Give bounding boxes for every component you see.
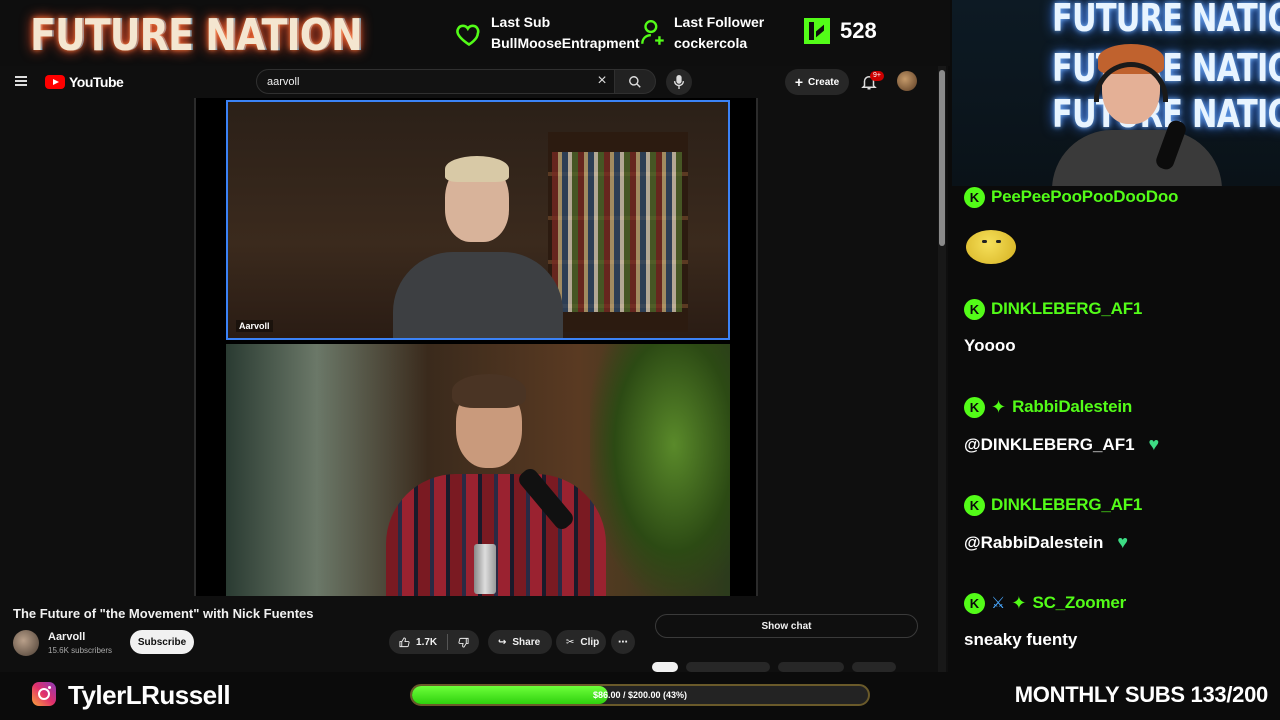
chat-mention: @DINKLEBERG_AF1 (964, 434, 1135, 454)
feed-name-label: Aarvoll (236, 320, 273, 332)
chat-text: Yoooo (964, 336, 1016, 355)
kick-badge-icon: K (964, 494, 985, 516)
kick-badge-icon: K (964, 186, 985, 208)
chat-username[interactable]: DINKLEBERG_AF1 (991, 495, 1142, 515)
kick-badge-icon: K (964, 396, 985, 418)
chat-message: K ⚔ ✦ SC_Zoomer sneaky fuenty (964, 592, 1126, 650)
host-figure (393, 156, 563, 338)
thumbs-up-icon[interactable] (399, 636, 410, 649)
like-count[interactable]: 1.7K (416, 637, 437, 648)
gem-badge-icon: ✦ (1011, 592, 1027, 613)
chat-username[interactable]: DINKLEBERG_AF1 (991, 299, 1142, 319)
chat-message: K DINKLEBERG_AF1 Yoooo (964, 298, 1142, 356)
search-icon (629, 75, 641, 88)
youtube-logo-text: YouTube (69, 74, 124, 90)
last-follower-value: cockercola (674, 35, 748, 51)
goal-progress-text: $86.00 / $200.00 (43%) (592, 690, 688, 700)
notification-badge: 9+ (870, 71, 884, 81)
sword-badge-icon: ⚔ (991, 595, 1006, 612)
bee-emote-icon (966, 224, 1016, 266)
voice-search-button[interactable] (666, 69, 692, 95)
streamer-figure (1052, 40, 1222, 186)
user-add-icon (641, 20, 664, 45)
stream-overlay-footer: TylerLRussell $86.00 / $200.00 (43%) MON… (0, 672, 1280, 720)
kick-viewer-count: 528 (804, 18, 877, 44)
green-heart-icon: ♥ (1148, 434, 1160, 454)
books (552, 152, 682, 312)
chat-username[interactable]: RabbiDalestein (1012, 397, 1132, 417)
chat-text: sneaky fuenty (964, 630, 1078, 649)
plus-icon: + (794, 74, 804, 90)
channel-name[interactable]: Aarvoll (48, 631, 85, 643)
viewer-count: 528 (840, 18, 877, 43)
instagram-handle: TylerLRussell (68, 680, 231, 710)
gem-badge-icon: ✦ (991, 396, 1007, 417)
drink-can (474, 544, 496, 594)
share-button[interactable]: ↪ Share (488, 630, 552, 654)
mic-icon (673, 75, 685, 89)
scrollbar-thumb[interactable] (939, 70, 945, 246)
search-input[interactable]: aarvoll (256, 69, 618, 94)
thumbs-down-icon[interactable] (458, 636, 469, 649)
last-follower-label: Last Follower (674, 14, 765, 30)
chat-text: @DINKLEBERG_AF1 ♥ (964, 434, 1159, 455)
menu-icon[interactable] (15, 76, 27, 86)
kick-logo-icon (804, 18, 830, 44)
heart-icon (456, 24, 480, 47)
more-actions-button[interactable]: ⋯ (611, 630, 635, 654)
last-sub-label: Last Sub (491, 14, 551, 30)
subscribe-button[interactable]: Subscribe (130, 630, 194, 654)
plant (590, 344, 730, 596)
video-feed-bottom (226, 344, 730, 596)
chat-mention: @RabbiDalestein (964, 532, 1104, 552)
create-button[interactable]: + Create (785, 69, 849, 95)
guest-figure (386, 374, 606, 596)
donation-goal-bar: $86.00 / $200.00 (43%) (410, 684, 870, 706)
subscriber-count: 15.6K subscribers (48, 646, 113, 655)
chat-username[interactable]: PeePeePooPooDooDoo (991, 187, 1178, 207)
video-feed-top: Aarvoll (226, 100, 730, 340)
kick-badge-icon: K (964, 592, 985, 614)
youtube-logo[interactable]: YouTube (45, 74, 124, 90)
channel-avatar[interactable] (13, 630, 39, 656)
instagram-icon (32, 682, 56, 706)
share-label: Share (512, 636, 541, 648)
clip-button[interactable]: ✂ Clip (556, 630, 606, 654)
last-sub-value: BullMooseEntrapment (491, 35, 640, 51)
youtube-play-icon (45, 75, 65, 89)
related-filter-chips[interactable] (652, 662, 912, 672)
chat-text: @RabbiDalestein ♥ (964, 532, 1142, 553)
search-button[interactable] (614, 69, 656, 94)
video-title: The Future of "the Movement" with Nick F… (13, 606, 314, 621)
share-icon: ↪ (498, 636, 507, 648)
neon-sign-line-1: FUTURE NATION (1052, 0, 1280, 40)
kick-badge-icon: K (964, 298, 985, 320)
chat-message: K PeePeePooPooDooDoo (964, 186, 1178, 208)
streamer-webcam: FUTURE NATION FUTURE NATION FUTURE NATIO… (952, 0, 1280, 186)
green-heart-icon: ♥ (1117, 532, 1129, 552)
brand-logo: FUTURE NATION (30, 10, 363, 61)
create-label: Create (808, 76, 840, 88)
chat-message: K ✦ RabbiDalestein @DINKLEBERG_AF1 ♥ (964, 396, 1159, 455)
search-query: aarvoll (267, 75, 300, 88)
scissors-icon: ✂ (566, 636, 575, 648)
show-chat-button[interactable]: Show chat (655, 614, 918, 638)
more-icon: ⋯ (618, 636, 628, 648)
last-follower-widget: Last Follower cockercola (640, 12, 764, 54)
monthly-subs-counter: MONTHLY SUBS 133/200 (1014, 682, 1269, 707)
last-sub-widget: Last Sub BullMooseEntrapment (455, 12, 640, 54)
chat-username[interactable]: SC_Zoomer (1032, 593, 1126, 613)
like-dislike-group: 1.7K (389, 630, 479, 654)
stream-overlay-header: FUTURE NATION Last Sub BullMooseEntrapme… (0, 0, 950, 66)
chat-message: K DINKLEBERG_AF1 @RabbiDalestein ♥ (964, 494, 1142, 553)
youtube-window: YouTube aarvoll × + Create 9+ Aarvoll Th… (0, 66, 948, 672)
kick-chat: K PeePeePooPooDooDoo K DINKLEBERG_AF1 Yooo… (950, 186, 1280, 672)
account-avatar[interactable] (897, 71, 917, 91)
close-icon[interactable]: × (594, 73, 610, 89)
video-player[interactable]: Aarvoll (194, 98, 758, 596)
clip-label: Clip (580, 636, 600, 648)
youtube-masthead: YouTube aarvoll × + Create 9+ (0, 66, 948, 98)
